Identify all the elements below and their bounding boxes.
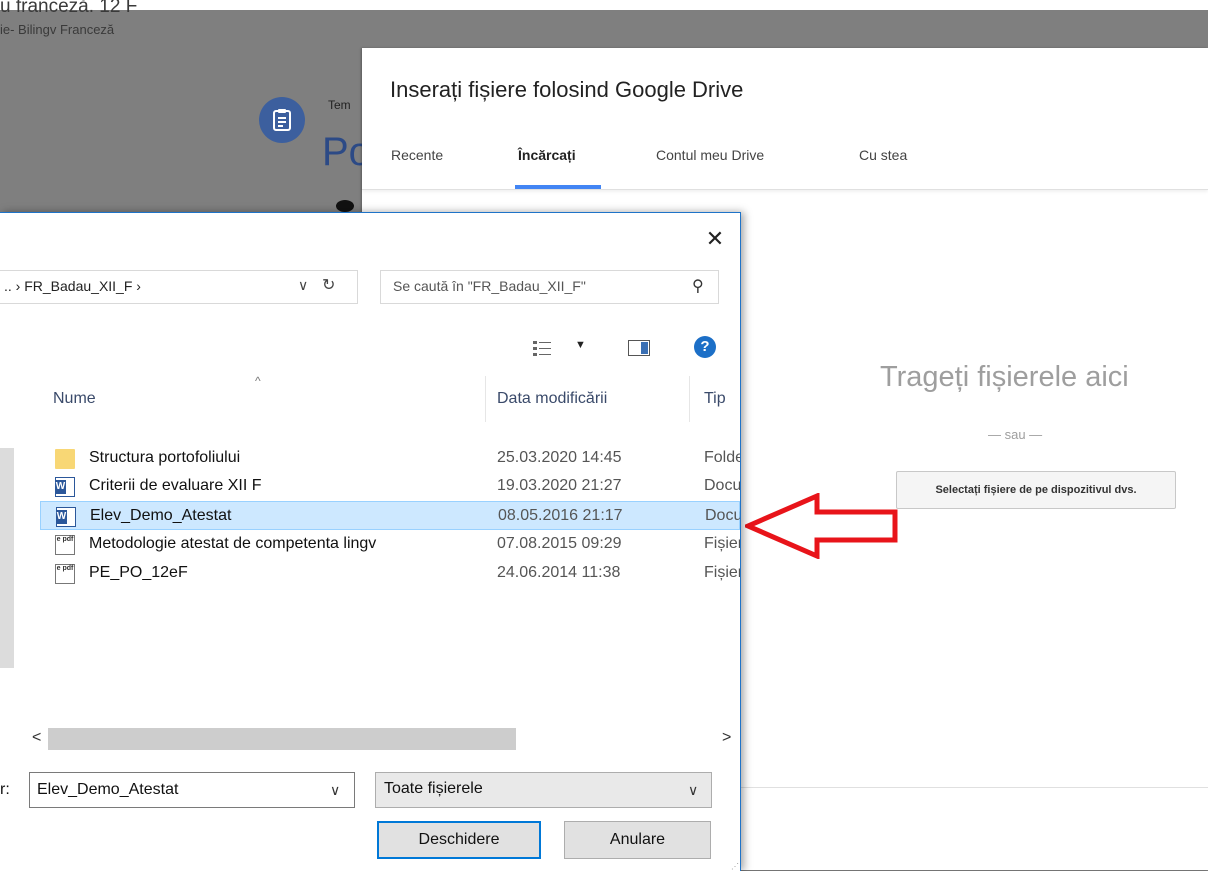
file-date: 24.06.2014 11:38 xyxy=(497,564,621,581)
table-row[interactable]: Structura portofoliului 25.03.2020 14:45… xyxy=(40,444,740,473)
file-date: 25.03.2020 14:45 xyxy=(497,449,622,466)
tab-incarcati[interactable]: Încărcați xyxy=(518,147,576,163)
scroll-right-icon[interactable]: > xyxy=(722,729,731,747)
file-name: Criterii de evaluare XII F xyxy=(89,477,262,494)
file-name: Elev_Demo_Atestat xyxy=(90,507,232,524)
word-doc-icon: W xyxy=(55,477,75,497)
folder-icon xyxy=(55,449,75,469)
background-avatar xyxy=(336,200,354,212)
select-files-button[interactable]: Selectați fișiere de pe dispozitivul dvs… xyxy=(896,471,1176,509)
word-doc-icon: W xyxy=(56,507,76,527)
background-course-subtitle: ie- Bilingv Franceză xyxy=(0,22,115,37)
background-page-header xyxy=(0,0,1208,10)
or-separator: — sau — xyxy=(988,427,1043,442)
picker-header: Inserați fișiere folosind Google Drive R… xyxy=(362,48,1208,190)
search-icon[interactable]: ⚲ xyxy=(692,276,704,296)
navigation-pane-scrollbar[interactable] xyxy=(0,448,14,668)
file-name: Metodologie atestat de competenta lingv xyxy=(89,535,377,552)
file-date: 19.03.2020 21:27 xyxy=(497,477,622,494)
pdf-file-icon: e pdf xyxy=(55,535,75,555)
preview-pane-icon[interactable] xyxy=(628,340,650,356)
file-type-select[interactable]: Toate fișierele ∨ xyxy=(375,772,712,808)
active-tab-indicator xyxy=(515,185,601,189)
search-input[interactable]: Se caută în "FR_Badau_XII_F" ⚲ xyxy=(380,270,719,304)
view-dropdown-icon[interactable]: ▼ xyxy=(575,339,586,351)
column-header-name[interactable]: Nume xyxy=(53,390,96,436)
column-header-type[interactable]: Tip xyxy=(704,390,726,436)
red-arrow-icon xyxy=(745,493,898,559)
table-row[interactable]: W Criterii de evaluare XII F 19.03.2020 … xyxy=(40,472,740,501)
table-row[interactable]: e pdf Metodologie atestat de competenta … xyxy=(40,530,740,559)
view-options-icon[interactable] xyxy=(532,339,554,357)
cancel-button[interactable]: Anulare xyxy=(564,821,711,859)
tab-cu-stea[interactable]: Cu stea xyxy=(859,147,907,163)
column-separator[interactable] xyxy=(485,376,486,422)
horizontal-scrollbar[interactable]: < > xyxy=(0,724,740,752)
file-name: Structura portofoliului xyxy=(89,449,241,466)
background-course-title: u franceză. 12 F xyxy=(0,0,138,17)
file-type: Folder xyxy=(704,449,740,466)
refresh-icon[interactable]: ↻ xyxy=(322,275,335,295)
close-icon[interactable]: ✕ xyxy=(701,225,729,253)
assignment-icon xyxy=(259,97,305,143)
file-type: Fișier xyxy=(704,535,740,552)
file-date: 07.08.2015 09:29 xyxy=(497,535,622,552)
file-name-label: r: xyxy=(0,781,10,798)
chevron-down-icon[interactable]: ∨ xyxy=(330,782,340,799)
tab-contul-meu-drive[interactable]: Contul meu Drive xyxy=(656,147,764,163)
background-label-fragment: Tem xyxy=(328,98,351,112)
chevron-down-icon[interactable]: ∨ xyxy=(688,782,698,799)
scroll-left-icon[interactable]: < xyxy=(32,729,41,747)
word-badge: W xyxy=(56,510,67,524)
file-type: Document xyxy=(705,507,741,524)
open-file-dialog: ✕ .. › FR_Badau_XII_F › ∨ ↻ Se caută în … xyxy=(0,212,741,871)
file-name-value[interactable]: Elev_Demo_Atestat xyxy=(37,781,178,799)
scrollbar-thumb[interactable] xyxy=(48,728,516,750)
open-button[interactable]: Deschidere xyxy=(377,821,541,859)
file-name-field[interactable]: Elev_Demo_Atestat ∨ xyxy=(29,772,355,808)
chevron-down-icon[interactable]: ∨ xyxy=(298,277,308,294)
address-bar[interactable]: .. › FR_Badau_XII_F › ∨ ↻ xyxy=(0,270,358,304)
pdf-file-icon: e pdf xyxy=(55,564,75,584)
tab-recente[interactable]: Recente xyxy=(391,147,443,163)
breadcrumb[interactable]: .. › FR_Badau_XII_F › xyxy=(4,278,141,294)
table-row-selected[interactable]: W Elev_Demo_Atestat 08.05.2016 21:17 Doc… xyxy=(40,501,740,530)
picker-title: Inserați fișiere folosind Google Drive xyxy=(390,77,744,102)
table-row[interactable]: e pdf PE_PO_12eF 24.06.2014 11:38 Fișier xyxy=(40,559,740,588)
word-badge: W xyxy=(55,480,66,494)
drop-zone-text: Trageți fișierele aici xyxy=(880,361,1129,393)
file-list: ^ Nume Data modificării Tip Structura po… xyxy=(0,374,740,758)
file-name: PE_PO_12eF xyxy=(89,564,188,581)
column-separator[interactable] xyxy=(689,376,690,422)
file-type: Fișier xyxy=(704,564,740,581)
file-type: Document xyxy=(704,477,740,494)
sort-ascending-icon: ^ xyxy=(255,374,261,388)
help-icon[interactable]: ? xyxy=(694,336,716,358)
search-placeholder: Se caută în "FR_Badau_XII_F" xyxy=(393,278,586,294)
column-header-date[interactable]: Data modificării xyxy=(497,390,607,436)
file-type-value: Toate fișierele xyxy=(384,780,483,797)
file-date: 08.05.2016 21:17 xyxy=(498,507,623,524)
